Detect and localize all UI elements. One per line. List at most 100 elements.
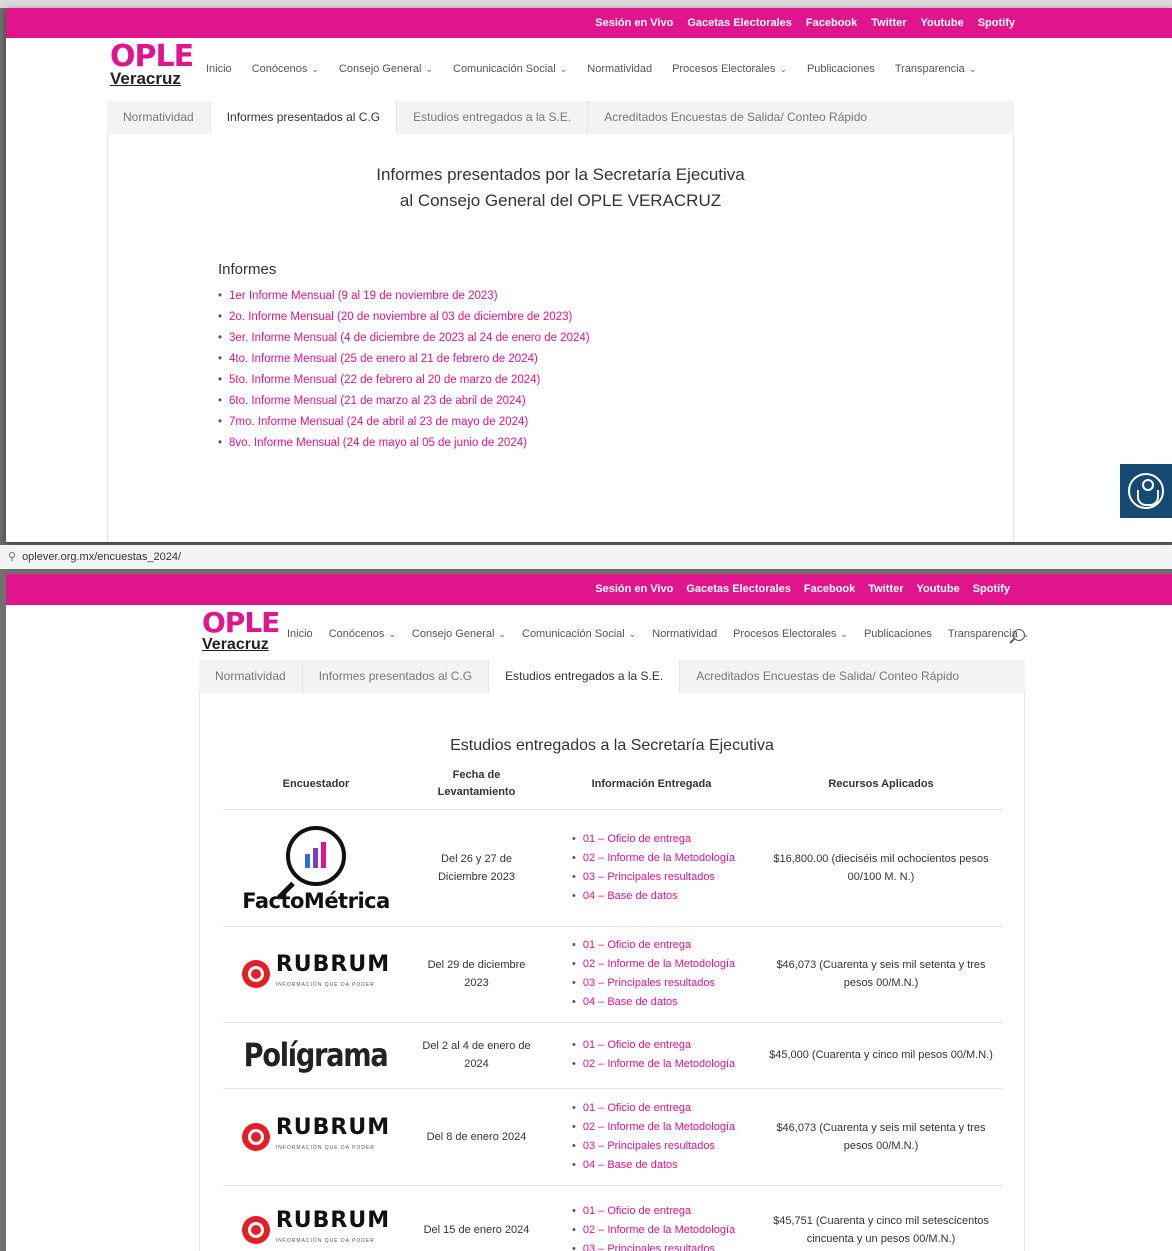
logo-tagline: INFORMACIÓN QUE DA PODER <box>275 1238 375 1244</box>
top-link-twitter[interactable]: Twitter <box>871 17 906 29</box>
table-row: FactoMétrica Del 26 y 27 de Diciembre 202… <box>223 809 1003 927</box>
cell-fecha: Del 26 y 27 de Diciembre 2023 <box>409 809 544 927</box>
doc-link[interactable]: 04 – Base de datos <box>572 993 751 1012</box>
informe-link[interactable]: 4to. Informe Mensual (25 de enero al 21 … <box>218 349 590 370</box>
search-icon[interactable] <box>1013 629 1025 641</box>
logo-ople-text: OPLE <box>110 39 194 74</box>
nav-item-con-cenos[interactable]: Conócenos ⌄ <box>329 628 396 640</box>
tab-bar: Normatividad Informes presentados al C.G E… <box>199 660 1025 693</box>
top-link-twitter[interactable]: Twitter <box>868 583 903 595</box>
informe-link[interactable]: 7mo. Informe Mensual (24 de abril al 23 … <box>218 412 590 433</box>
top-link-youtube[interactable]: Youtube <box>921 17 964 29</box>
informe-link[interactable]: 1er Informe Mensual (9 al 19 de noviembr… <box>218 286 590 307</box>
nav-item-comunicaci-n-social[interactable]: Comunicación Social ⌄ <box>522 628 636 640</box>
ople-logo[interactable]: OPLE Veracruz <box>202 606 280 654</box>
doc-link[interactable]: 02 – Informe de la Metodología <box>572 1055 751 1074</box>
nav-item-consejo-general[interactable]: Consejo General ⌄ <box>339 63 433 75</box>
nav-item-comunicaci-n-social[interactable]: Comunicación Social ⌄ <box>453 63 567 75</box>
rubrum-logo: RUBRUM INFORMACIÓN QUE DA PODER <box>231 1210 401 1250</box>
top-link-facebook[interactable]: Facebook <box>804 583 855 595</box>
tab-normatividad[interactable]: Normatividad <box>199 660 303 693</box>
doc-link[interactable]: 01 – Oficio de entrega <box>572 1099 751 1118</box>
top-link-gacetas-electorales[interactable]: Gacetas Electorales <box>687 17 792 29</box>
site-info-icon[interactable]: ⚲ <box>8 551 16 563</box>
doc-link[interactable]: 02 – Informe de la Metodología <box>572 955 751 974</box>
top-link-facebook[interactable]: Facebook <box>806 17 857 29</box>
nav-item-normatividad[interactable]: Normatividad <box>587 63 652 75</box>
doc-link[interactable]: 03 – Principales resultados <box>572 868 751 887</box>
rubrum-target-icon <box>241 1122 270 1151</box>
tab-panel: Estudios entregados a la Secretaría Ejec… <box>199 693 1025 1251</box>
ople-logo[interactable]: OPLE Veracruz <box>110 39 194 88</box>
doc-link[interactable]: 03 – Principales resultados <box>572 974 751 993</box>
nav-item-procesos-electorales[interactable]: Procesos Electorales ⌄ <box>672 63 787 75</box>
page-title-line1: Informes presentados por la Secretaría E… <box>376 165 745 184</box>
cell-encuestador: RUBRUM INFORMACIÓN QUE DA PODER <box>223 926 409 1023</box>
cell-recursos: $46,073 (Cuarenta y seis mil setenta y t… <box>759 926 1003 1023</box>
doc-link[interactable]: 03 – Principales resultados <box>572 1137 751 1156</box>
doc-link[interactable]: 02 – Informe de la Metodología <box>572 1118 751 1137</box>
tab-panel: Informes presentados por la Secretaría E… <box>107 134 1014 542</box>
nav-item-normatividad[interactable]: Normatividad <box>652 628 717 640</box>
top-link-gacetas-electorales[interactable]: Gacetas Electorales <box>686 583 791 595</box>
nav-item-consejo-general[interactable]: Consejo General ⌄ <box>412 628 506 640</box>
doc-link[interactable]: 01 – Oficio de entrega <box>572 936 751 955</box>
doc-link[interactable]: 01 – Oficio de entrega <box>572 1036 751 1055</box>
factometrica-logo: FactoMétrica <box>231 825 401 911</box>
browser-url-bar[interactable]: ⚲ oplever.org.mx/encuestas_2024/ <box>0 545 1172 569</box>
top-link-youtube[interactable]: Youtube <box>917 583 960 595</box>
cell-recursos: $45,000 (Cuarenta y cinco mil pesos 00/M… <box>759 1022 1003 1089</box>
nav-item-label: Normatividad <box>587 63 653 75</box>
logo-name: RUBRUM <box>275 1208 391 1233</box>
table-row: RUBRUM INFORMACIÓN QUE DA PODER Del 15 de … <box>223 1185 1003 1251</box>
informe-link[interactable]: 2o. Informe Mensual (20 de noviembre al … <box>218 307 590 328</box>
nav-item-label: Conócenos <box>251 63 308 75</box>
doc-link[interactable]: 04 – Base de datos <box>572 1156 751 1175</box>
tab-normatividad[interactable]: Normatividad <box>107 101 211 134</box>
nav-item-transparencia[interactable]: Transparencia ⌄ <box>895 63 976 75</box>
nav-item-publicaciones[interactable]: Publicaciones <box>807 63 875 75</box>
doc-link[interactable]: 01 – Oficio de entrega <box>572 1202 751 1221</box>
rubrum-logo: RUBRUM INFORMACIÓN QUE DA PODER <box>231 1116 401 1157</box>
cell-info: 01 – Oficio de entrega02 – Informe de la… <box>544 809 759 927</box>
doc-link[interactable]: 02 – Informe de la Metodología <box>572 849 751 868</box>
tab-estudios-entregados-a-la-s-e[interactable]: Estudios entregados a la S.E. <box>397 101 589 134</box>
cell-recursos: $16,800.00 (dieciséis mil ochocientos pe… <box>759 809 1003 927</box>
top-link-sesi-n-en-vivo[interactable]: Sesión en Vivo <box>595 17 673 29</box>
nav-item-con-cenos[interactable]: Conócenos ⌄ <box>252 63 319 75</box>
top-link-spotify[interactable]: Spotify <box>978 17 1015 29</box>
informe-link[interactable]: 8vo. Informe Mensual (24 de mayo al 05 d… <box>218 433 590 454</box>
table-header-row: Encuestador Fecha de Levantamiento Inform… <box>223 760 1003 810</box>
cell-fecha: Del 8 de enero 2024 <box>409 1088 544 1186</box>
rubrum-target-icon <box>241 1216 270 1244</box>
doc-link[interactable]: 04 – Base de datos <box>572 887 751 906</box>
nav-item-inicio[interactable]: Inicio <box>206 63 232 75</box>
chevron-down-icon: ⌄ <box>840 629 848 639</box>
tab-informes-presentados-al-c-g[interactable]: Informes presentados al C.G <box>210 101 398 134</box>
logo-veracruz-text: Veracruz <box>202 636 269 653</box>
nav-item-inicio[interactable]: Inicio <box>287 628 313 640</box>
doc-link[interactable]: 03 – Principales resultados <box>572 1240 751 1251</box>
tab-estudios-entregados-a-la-s-e[interactable]: Estudios entregados a la S.E. <box>489 660 681 693</box>
chevron-down-icon: ⌄ <box>388 629 396 639</box>
tab-acreditados-encuestas-de-salida-conteo-r-pido[interactable]: Acreditados Encuestas de Salida/ Conteo … <box>588 101 883 134</box>
nav-item-procesos-electorales[interactable]: Procesos Electorales ⌄ <box>733 628 848 640</box>
accessibility-button[interactable] <box>1120 464 1172 518</box>
logo-name: RUBRUM <box>275 952 391 977</box>
tab-informes-presentados-al-c-g[interactable]: Informes presentados al C.G <box>303 660 490 693</box>
tab-acreditados-encuestas-de-salida-conteo-r-pido[interactable]: Acreditados Encuestas de Salida/ Conteo … <box>680 660 975 693</box>
doc-link[interactable]: 02 – Informe de la Metodología <box>572 1221 751 1240</box>
nav-item-publicaciones[interactable]: Publicaciones <box>864 628 932 640</box>
top-link-sesi-n-en-vivo[interactable]: Sesión en Vivo <box>595 583 673 595</box>
docs-list: 01 – Oficio de entrega02 – Informe de la… <box>572 1202 751 1251</box>
informe-link[interactable]: 6to. Informe Mensual (21 de marzo al 23 … <box>218 391 590 412</box>
nav-item-label: Procesos Electorales <box>733 628 837 640</box>
rubrum-logo: RUBRUM INFORMACIÓN QUE DA PODER <box>231 954 401 994</box>
nav-item-label: Inicio <box>287 628 313 640</box>
logo-ople-text: OPLE <box>202 606 280 639</box>
informe-link[interactable]: 3er. Informe Mensual (4 de diciembre de … <box>218 328 590 349</box>
doc-link[interactable]: 01 – Oficio de entrega <box>572 830 751 849</box>
informe-link[interactable]: 5to. Informe Mensual (22 de febrero al 2… <box>218 370 590 391</box>
top-link-spotify[interactable]: Spotify <box>973 583 1010 595</box>
url-text: oplever.org.mx/encuestas_2024/ <box>22 551 182 563</box>
